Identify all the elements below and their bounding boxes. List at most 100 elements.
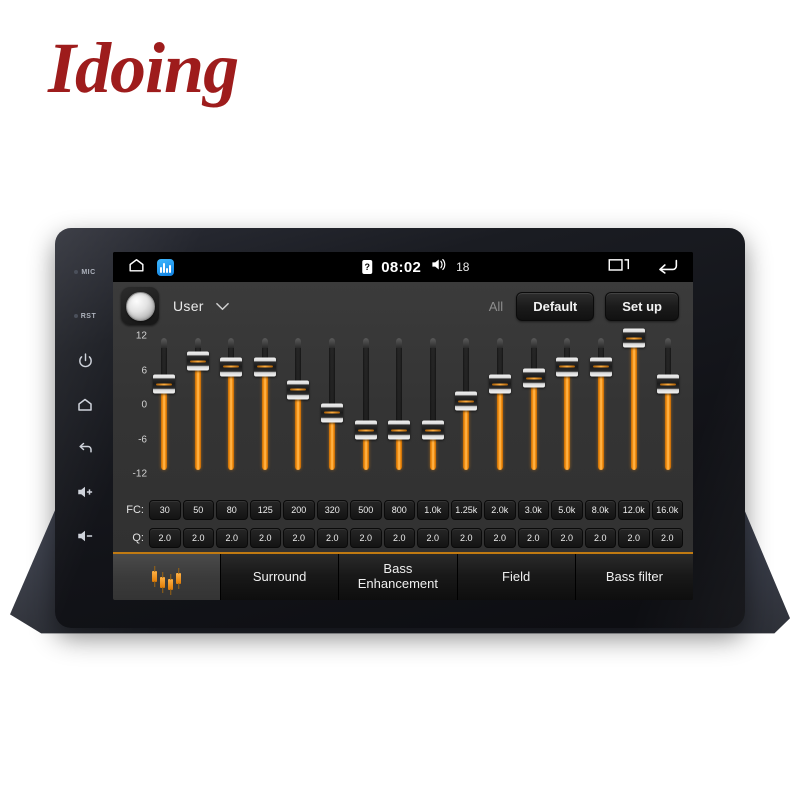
- fc-value-cell[interactable]: 125: [249, 500, 281, 520]
- volume-up-icon[interactable]: [65, 470, 105, 514]
- q-value-cell[interactable]: 2.0: [450, 528, 482, 548]
- power-icon[interactable]: [65, 338, 105, 382]
- fc-row: FC: 30 50 80 125 200 320 500 800 1.0k 1.25k 2.0k 3.…: [113, 496, 693, 524]
- band-slider[interactable]: [455, 334, 478, 474]
- fc-value-cell[interactable]: 30: [149, 500, 181, 520]
- slider-thumb[interactable]: [556, 357, 579, 377]
- band-slider[interactable]: [556, 334, 579, 474]
- band-slider[interactable]: [522, 334, 545, 474]
- q-value-cell[interactable]: 2.0: [350, 528, 382, 548]
- q-value-cell[interactable]: 2.0: [651, 528, 683, 548]
- slider-thumb[interactable]: [656, 374, 679, 394]
- tab-bass-filter[interactable]: Bass filter: [575, 554, 693, 600]
- q-value-cell[interactable]: 2.0: [249, 528, 281, 548]
- slider-thumb[interactable]: [388, 420, 411, 440]
- slider-thumb[interactable]: [153, 374, 175, 394]
- reset-indicator[interactable]: RST: [65, 294, 105, 338]
- q-value-cell[interactable]: 2.0: [551, 528, 583, 548]
- volume-knob-dial[interactable]: [125, 291, 155, 321]
- q-value-cell[interactable]: 2.0: [182, 528, 214, 548]
- fc-value-cell[interactable]: 800: [383, 500, 415, 520]
- band-slider[interactable]: [656, 334, 679, 474]
- fc-value-cell[interactable]: 2.0k: [484, 500, 516, 520]
- chevron-down-icon[interactable]: [215, 302, 229, 311]
- slider-thumb[interactable]: [287, 380, 310, 400]
- band-slider[interactable]: [220, 334, 243, 474]
- fc-value-cell[interactable]: 16.0k: [651, 500, 683, 520]
- back-icon[interactable]: [65, 426, 105, 470]
- q-value-cell[interactable]: 2.0: [484, 528, 516, 548]
- band-slider[interactable]: [320, 334, 343, 474]
- slider-fill: [161, 384, 167, 470]
- reset-label: RST: [80, 312, 97, 320]
- fc-value-cell[interactable]: 320: [316, 500, 348, 520]
- band-slider[interactable]: [253, 334, 276, 474]
- fc-value-cell[interactable]: 200: [283, 500, 315, 520]
- band-slider[interactable]: [186, 334, 209, 474]
- back-icon[interactable]: [656, 256, 679, 279]
- volume-down-icon[interactable]: [65, 514, 105, 558]
- slider-track-cap: [463, 338, 470, 348]
- band-slider[interactable]: [153, 334, 175, 474]
- slider-thumb[interactable]: [589, 357, 612, 377]
- slider-thumb[interactable]: [623, 328, 646, 348]
- default-button[interactable]: Default: [516, 291, 595, 321]
- volume-knob[interactable]: [121, 287, 159, 325]
- slider-thumb[interactable]: [522, 368, 545, 388]
- touchscreen[interactable]: ? 08:02 18 User All Default Set up 12 6 …: [113, 252, 693, 600]
- band-slider[interactable]: [623, 328, 646, 474]
- tab-surround[interactable]: Surround: [221, 554, 340, 600]
- slider-thumb[interactable]: [253, 357, 276, 377]
- status-bar-right: [608, 256, 679, 279]
- fc-value-cell[interactable]: 5.0k: [551, 500, 583, 520]
- slider-thumb[interactable]: [354, 420, 377, 440]
- home-icon[interactable]: [127, 255, 146, 279]
- q-value-cell[interactable]: 2.0: [584, 528, 616, 548]
- slider-thumb[interactable]: [421, 420, 444, 440]
- band-slider[interactable]: [388, 334, 411, 474]
- sim-unknown-icon: ?: [362, 260, 373, 274]
- fc-value-cell[interactable]: 1.0k: [417, 500, 449, 520]
- fc-value-cell[interactable]: 8.0k: [584, 500, 616, 520]
- equalizer-app-icon[interactable]: [157, 258, 174, 276]
- fc-value-cell[interactable]: 12.0k: [618, 500, 650, 520]
- fc-value-cell[interactable]: 500: [350, 500, 382, 520]
- slider-thumb[interactable]: [455, 391, 478, 411]
- q-value-cell[interactable]: 2.0: [517, 528, 549, 548]
- mic-indicator: MIC: [65, 250, 105, 294]
- q-value-cell[interactable]: 2.0: [316, 528, 348, 548]
- mode-tab-bar: Surround Bass Enhancement Field Bass filter: [113, 552, 693, 600]
- slider-thumb[interactable]: [320, 403, 343, 423]
- q-value-cell[interactable]: 2.0: [383, 528, 415, 548]
- home-icon[interactable]: [65, 382, 105, 426]
- band-slider[interactable]: [421, 334, 444, 474]
- tab-equalizer[interactable]: [113, 554, 221, 600]
- slider-thumb[interactable]: [186, 351, 209, 371]
- band-slider[interactable]: [589, 334, 612, 474]
- slider-thumb[interactable]: [488, 374, 511, 394]
- slider-fill: [664, 384, 671, 470]
- band-slider[interactable]: [354, 334, 377, 474]
- setup-button[interactable]: Set up: [605, 291, 679, 321]
- recents-icon[interactable]: [608, 256, 630, 278]
- tab-field[interactable]: Field: [457, 554, 576, 600]
- q-value-cell[interactable]: 2.0: [618, 528, 650, 548]
- slider-track-cap: [530, 338, 537, 348]
- fc-value-cell[interactable]: 80: [216, 500, 248, 520]
- q-value-cell[interactable]: 2.0: [283, 528, 315, 548]
- band-slider[interactable]: [287, 334, 310, 474]
- slider-thumb[interactable]: [220, 357, 243, 377]
- fc-value-cell[interactable]: 50: [182, 500, 214, 520]
- fc-value-cell[interactable]: 3.0k: [517, 500, 549, 520]
- fc-value-cell[interactable]: 1.25k: [450, 500, 482, 520]
- preset-name: User: [173, 298, 204, 314]
- equalizer-toolbar: User All Default Set up: [113, 282, 693, 330]
- slider-track-cap: [429, 338, 436, 348]
- tab-bass-enhancement[interactable]: Bass Enhancement: [339, 554, 458, 600]
- band-slider[interactable]: [488, 334, 511, 474]
- q-value-cell[interactable]: 2.0: [216, 528, 248, 548]
- q-value-cell[interactable]: 2.0: [417, 528, 449, 548]
- all-label[interactable]: All: [489, 299, 503, 314]
- q-value-cell[interactable]: 2.0: [149, 528, 181, 548]
- slider-fill: [463, 401, 470, 470]
